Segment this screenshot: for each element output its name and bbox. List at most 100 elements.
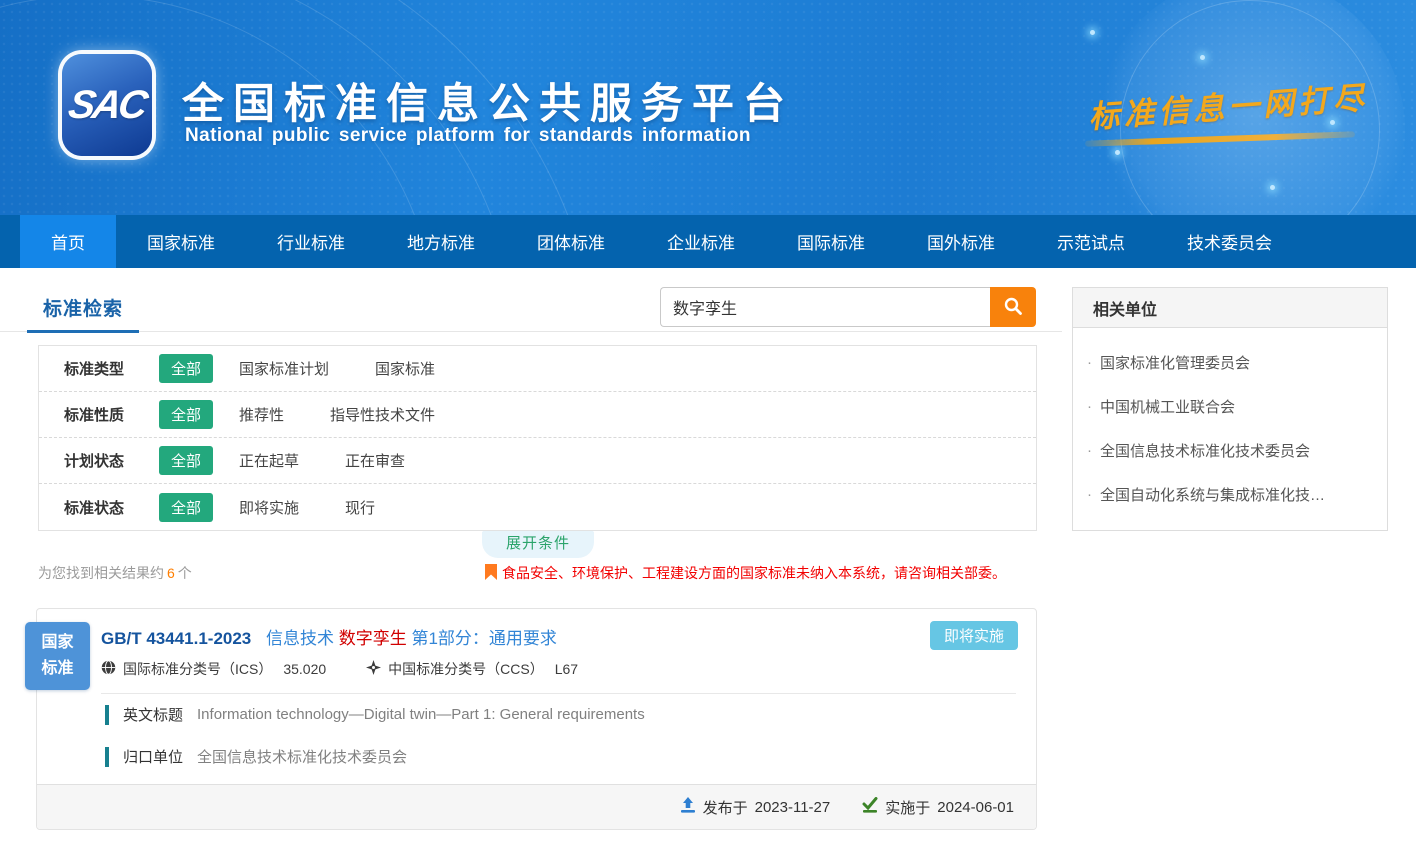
filter-all-badge[interactable]: 全部 — [159, 354, 213, 383]
filter-panel: 标准类型 全部 国家标准计划 国家标准 标准性质 全部 推荐性 指导性技术文件 … — [38, 345, 1037, 531]
nav-item-technical-committees[interactable]: 技术委员会 — [1156, 215, 1303, 268]
sidebar-item-automation-systems-committee[interactable]: · 全国自动化系统与集成标准化技… — [1087, 472, 1373, 516]
result-count-prefix: 为您找到相关结果约 — [38, 565, 164, 581]
filter-row-plan-status: 计划状态 全部 正在起草 正在审查 — [39, 438, 1036, 484]
card-separator — [101, 693, 1016, 694]
compass-icon — [366, 660, 381, 678]
sidebar-item-label: 中国机械工业联合会 — [1100, 396, 1235, 417]
sac-logo-text: SAC — [65, 83, 148, 128]
standard-type-tag: 国家 标准 — [25, 622, 90, 690]
nav-item-national-standards[interactable]: 国家标准 — [116, 215, 246, 268]
sidebar-item-machinery-federation[interactable]: · 中国机械工业联合会 — [1087, 384, 1373, 428]
decor-spark — [1115, 150, 1120, 155]
magnifier-icon — [1003, 296, 1023, 319]
decor-spark — [1090, 30, 1095, 35]
publish-label: 发布于 — [703, 797, 748, 818]
nav-item-industry-standards[interactable]: 行业标准 — [246, 215, 376, 268]
sidebar-item-it-standardization-committee[interactable]: · 全国信息技术标准化技术委员会 — [1087, 428, 1373, 472]
sidebar-item-label: 国家标准化管理委员会 — [1100, 352, 1250, 373]
search-button[interactable] — [990, 287, 1036, 327]
filter-row-standard-nature: 标准性质 全部 推荐性 指导性技术文件 — [39, 392, 1036, 438]
notice-text: 食品安全、环境保护、工程建设方面的国家标准未纳入本系统，请咨询相关部委。 — [502, 563, 1006, 583]
filter-option[interactable]: 指导性技术文件 — [330, 404, 435, 425]
result-card: 国家 标准 GB/T 43441.1-2023 信息技术 数字孪生 第1部分：通… — [36, 608, 1037, 830]
decor-spark — [1200, 55, 1205, 60]
site-title: 全国标准信息公共服务平台 — [182, 70, 794, 131]
site-subtitle: National public service platform for sta… — [185, 125, 751, 147]
search-input[interactable] — [660, 287, 990, 327]
bullet-dot: · — [1087, 442, 1092, 459]
standard-title-link[interactable]: GB/T 43441.1-2023 信息技术 数字孪生 第1部分：通用要求 — [101, 624, 916, 649]
implement-date-item: 实施于 2024-06-01 — [862, 797, 1014, 818]
bullet-dot: · — [1087, 486, 1092, 503]
tag-line1: 国家 — [41, 634, 73, 651]
sidebar-item-sac[interactable]: · 国家标准化管理委员会 — [1087, 340, 1373, 384]
filter-option[interactable]: 国家标准 — [375, 358, 435, 379]
filter-option[interactable]: 推荐性 — [239, 404, 284, 425]
implement-label: 实施于 — [885, 797, 930, 818]
implement-check-icon — [862, 797, 878, 817]
ccs-label: 中国标准分类号（CCS） — [388, 659, 544, 679]
tag-line2: 标准 — [41, 660, 73, 677]
related-units-list: · 国家标准化管理委员会 · 中国机械工业联合会 · 全国信息技术标准化技术委员会 ·… — [1073, 328, 1387, 516]
publish-date: 2023-11-27 — [755, 799, 831, 816]
filter-row-standard-type: 标准类型 全部 国家标准计划 国家标准 — [39, 346, 1036, 392]
filter-option[interactable]: 国家标准计划 — [239, 358, 329, 379]
main-nav: 首页 国家标准 行业标准 地方标准 团体标准 企业标准 国际标准 国外标准 示范… — [0, 215, 1416, 268]
sidebar-item-label: 全国信息技术标准化技术委员会 — [1100, 440, 1310, 461]
card-meta-row: 国际标准分类号（ICS） 35.020 中国标准分类号（CCS） L67 — [101, 659, 578, 679]
filter-row-standard-status: 标准状态 全部 即将实施 现行 — [39, 484, 1036, 530]
filter-option[interactable]: 正在审查 — [345, 450, 405, 471]
ics-meta: 国际标准分类号（ICS） 35.020 — [101, 659, 326, 679]
nav-item-local-standards[interactable]: 地方标准 — [376, 215, 506, 268]
globe-icon — [101, 660, 116, 678]
bullet-dot: · — [1087, 398, 1092, 415]
publish-upload-icon — [680, 797, 696, 817]
sac-logo[interactable]: SAC — [62, 54, 152, 156]
nav-item-home[interactable]: 首页 — [20, 215, 116, 268]
teal-bar — [105, 747, 109, 767]
filter-all-badge[interactable]: 全部 — [159, 400, 213, 429]
implement-date: 2024-06-01 — [937, 799, 1014, 816]
standard-title-highlight: 数字孪生 — [339, 629, 407, 648]
standard-code: GB/T 43441.1-2023 — [101, 629, 251, 648]
result-count: 为您找到相关结果约6个 — [38, 565, 192, 581]
bookmark-icon — [485, 564, 497, 583]
teal-bar — [105, 705, 109, 725]
content-area: 标准检索 标准类型 全部 国家标准计划 国家标准 — [0, 268, 1416, 845]
decor-spark — [1330, 120, 1335, 125]
filter-label: 计划状态 — [64, 450, 159, 471]
nav-item-foreign-standards[interactable]: 国外标准 — [896, 215, 1026, 268]
ics-value: 35.020 — [283, 661, 326, 677]
result-count-suffix: 个 — [178, 565, 192, 581]
status-badge: 即将实施 — [930, 621, 1018, 650]
search-box — [660, 287, 1036, 327]
system-notice: 食品安全、环境保护、工程建设方面的国家标准未纳入本系统，请咨询相关部委。 — [485, 563, 1006, 583]
ccs-meta: 中国标准分类号（CCS） L67 — [366, 659, 578, 679]
page: SAC 全国标准信息公共服务平台 National public service… — [0, 0, 1416, 845]
filter-all-badge[interactable]: 全部 — [159, 446, 213, 475]
filter-option[interactable]: 正在起草 — [239, 450, 299, 471]
nav-item-group-standards[interactable]: 团体标准 — [506, 215, 636, 268]
nav-item-pilot-programs[interactable]: 示范试点 — [1026, 215, 1156, 268]
standard-title-part2: 第1部分：通用要求 — [411, 629, 556, 648]
filter-option[interactable]: 即将实施 — [239, 497, 299, 518]
ccs-value: L67 — [555, 661, 578, 677]
nav-item-international-standards[interactable]: 国际标准 — [766, 215, 896, 268]
sidebar-item-label: 全国自动化系统与集成标准化技… — [1100, 484, 1325, 505]
result-count-number: 6 — [164, 565, 178, 581]
english-title-label: 英文标题 — [123, 704, 183, 725]
filter-label: 标准性质 — [64, 404, 159, 425]
filter-label: 标准类型 — [64, 358, 159, 379]
standard-title-part1: 信息技术 — [266, 629, 334, 648]
filter-all-badge[interactable]: 全部 — [159, 493, 213, 522]
nav-item-enterprise-standards[interactable]: 企业标准 — [636, 215, 766, 268]
expand-conditions-button[interactable]: 展开条件 — [482, 531, 594, 558]
filter-option[interactable]: 现行 — [345, 497, 375, 518]
filter-label: 标准状态 — [64, 497, 159, 518]
related-units-title: 相关单位 — [1073, 288, 1387, 328]
bullet-dot: · — [1087, 354, 1092, 371]
english-title-value: Information technology—Digital twin—Part… — [197, 706, 645, 723]
dept-row: 归口单位 全国信息技术标准化技术委员会 — [105, 746, 407, 767]
tab-standard-search[interactable]: 标准检索 — [27, 284, 139, 333]
